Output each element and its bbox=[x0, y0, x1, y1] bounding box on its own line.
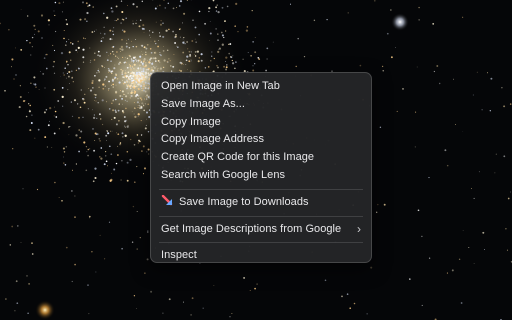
menu-item-create-qr-code[interactable]: Create QR Code for this Image bbox=[151, 149, 371, 167]
menu-item-label: Open Image in New Tab bbox=[161, 80, 280, 92]
download-arrow-icon bbox=[161, 194, 173, 205]
image-view[interactable]: Open Image in New Tab Save Image As... C… bbox=[0, 0, 512, 320]
menu-separator bbox=[159, 188, 363, 190]
context-menu: Open Image in New Tab Save Image As... C… bbox=[150, 72, 372, 263]
menu-item-open-image-new-tab[interactable]: Open Image in New Tab bbox=[151, 78, 371, 96]
bright-star bbox=[391, 13, 409, 31]
menu-item-get-image-descriptions[interactable]: Get Image Descriptions from Google › bbox=[151, 221, 371, 239]
menu-item-copy-image[interactable]: Copy Image bbox=[151, 114, 371, 132]
menu-item-save-image-as[interactable]: Save Image As... bbox=[151, 96, 371, 114]
menu-separator bbox=[159, 215, 363, 217]
menu-item-label: Save Image As... bbox=[161, 97, 245, 110]
menu-item-save-image-to-downloads[interactable]: Save Image to Downloads bbox=[151, 194, 371, 212]
menu-item-inspect[interactable]: Inspect bbox=[151, 247, 371, 265]
menu-item-label: Inspect bbox=[161, 249, 197, 262]
menu-item-copy-image-address[interactable]: Copy Image Address bbox=[151, 131, 371, 149]
menu-item-search-google-lens[interactable]: Search with Google Lens bbox=[151, 167, 371, 185]
chevron-right-icon: › bbox=[356, 221, 361, 236]
menu-item-label: Copy Image bbox=[161, 115, 221, 128]
menu-item-label: Create QR Code for this Image bbox=[161, 151, 315, 164]
orange-star bbox=[35, 300, 55, 320]
menu-item-label: Get Image Descriptions from Google bbox=[161, 222, 342, 235]
menu-item-label: Search with Google Lens bbox=[161, 168, 286, 181]
menu-item-label: Copy Image Address bbox=[161, 133, 265, 146]
menu-item-label: Save Image to Downloads bbox=[179, 195, 309, 208]
menu-separator bbox=[159, 242, 363, 244]
